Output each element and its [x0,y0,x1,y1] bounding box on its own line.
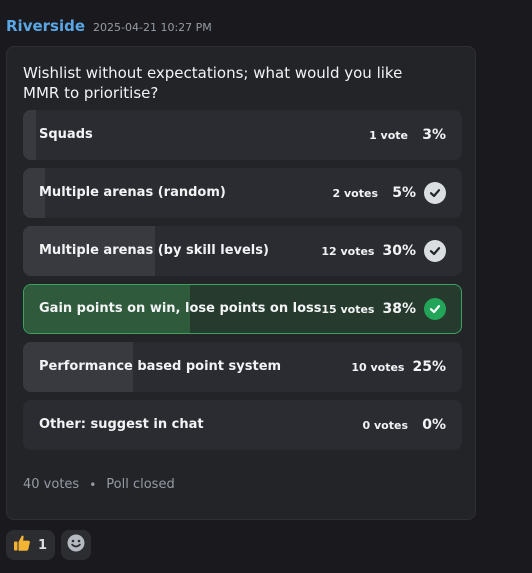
vote-percent: 25% [412,359,446,375]
answer-label: Multiple arenas (by skill levels) [39,243,269,258]
vote-fill-bar [23,110,37,160]
poll-answers: Squads 1 vote 3% Multiple arenas (random… [23,110,462,458]
poll-answer[interactable]: Squads 1 vote 3% [23,110,462,160]
vote-percent: 0% [422,417,446,433]
vote-percent: 5% [392,185,416,201]
check-icon [424,240,446,262]
answer-label: Other: suggest in chat [39,417,204,432]
vote-percent: 30% [382,243,416,259]
poll-answer[interactable]: Multiple arenas (by skill levels) 12 vot… [23,226,462,276]
poll-answer-selected[interactable]: Gain points on win, lose points on loss … [23,284,462,334]
poll-question: Wishlist without expectations; what woul… [23,64,403,102]
reactions-bar: 1 [6,530,92,560]
answer-label: Squads [39,127,93,142]
answer-label: Performance based point system [39,359,282,374]
poll-card: Wishlist without expectations; what woul… [6,46,476,520]
thumbs-up-icon [12,533,32,557]
reaction-thumbs-up[interactable]: 1 [6,530,56,560]
vote-count: 15 votes [321,302,375,316]
poll-answer[interactable]: Performance based point system 10 votes … [23,342,462,392]
poll-footer: 40 votes • Poll closed [23,477,175,492]
author-name[interactable]: Riverside [6,17,85,35]
reaction-count: 1 [38,537,48,553]
poll-answer[interactable]: Other: suggest in chat 0 votes 0% [23,400,462,450]
poll-answer[interactable]: Multiple arenas (random) 2 votes 5% [23,168,462,218]
vote-percent: 38% [382,301,416,317]
vote-count: 2 votes [332,186,378,200]
smiley-icon [66,533,86,557]
total-votes: 40 votes [23,477,80,492]
vote-count: 0 votes [362,418,408,432]
answer-label: Multiple arenas (random) [39,185,226,200]
check-icon [424,182,446,204]
add-reaction-button[interactable] [61,530,92,560]
message-header: Riverside 2025-04-21 10:27 PM [6,17,212,35]
check-icon [424,298,446,320]
discord-message: Riverside 2025-04-21 10:27 PM Wishlist w… [0,0,532,573]
vote-count: 1 vote [369,128,408,142]
poll-status: Poll closed [106,477,175,492]
message-timestamp: 2025-04-21 10:27 PM [93,21,212,34]
separator-dot: • [89,477,97,492]
answer-label: Gain points on win, lose points on loss [39,301,322,316]
vote-percent: 3% [422,127,446,143]
vote-count: 12 votes [321,244,375,258]
vote-count: 10 votes [351,360,405,374]
